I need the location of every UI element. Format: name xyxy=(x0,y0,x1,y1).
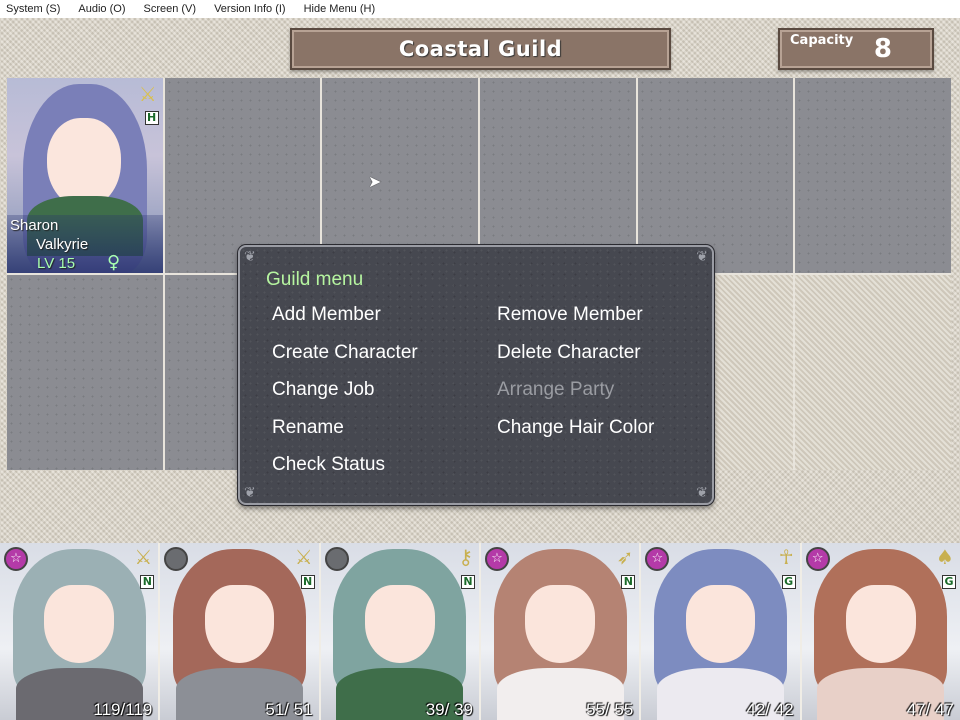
character-level: LV 15 xyxy=(37,255,76,272)
menu-item-change-job[interactable]: Change Job xyxy=(272,379,374,401)
member-hp: 119/119 xyxy=(93,700,153,719)
rank-badge: H xyxy=(144,111,159,125)
sword-icon: ⚔ xyxy=(138,82,157,106)
star-badge-icon: ☆ xyxy=(4,547,28,571)
capacity-value: 8 xyxy=(873,34,892,64)
member-hp: 42/ 42 xyxy=(746,700,794,719)
empty-badge-icon xyxy=(164,547,189,571)
roster-slot-empty[interactable] xyxy=(164,78,321,273)
mouse-cursor-icon: ➤ xyxy=(368,172,382,191)
party-member-card[interactable]: ⚔ N 51/ 51 xyxy=(160,543,319,720)
rank-badge: N xyxy=(460,575,475,589)
character-portrait xyxy=(47,118,121,208)
capacity-label: Capacity xyxy=(790,33,854,48)
party-member-card[interactable]: ☆ ♠ G 47/ 47 xyxy=(801,543,960,720)
character-name: Sharon xyxy=(10,217,59,234)
member-portrait xyxy=(44,585,114,663)
member-portrait xyxy=(204,585,275,663)
roster-slot-empty[interactable] xyxy=(795,78,951,273)
rank-badge: G xyxy=(781,575,796,589)
roster-slot-sharon[interactable]: ⚔ H Sharon Valkyrie LV 15 ♀ xyxy=(7,78,163,273)
rank-badge: N xyxy=(621,575,636,589)
member-portrait xyxy=(364,585,435,663)
menu-version-info[interactable]: Version Info (I) xyxy=(214,3,286,15)
guild-menu-dialog: ❦ ❦ ❦ ❦ Guild menu Add Member Remove Mem… xyxy=(238,245,714,505)
guild-menu-heading: Guild menu xyxy=(266,269,364,290)
member-portrait xyxy=(845,585,916,663)
menu-hide-menu[interactable]: Hide Menu (H) xyxy=(304,3,376,15)
member-portrait xyxy=(685,585,756,663)
menu-item-add-member[interactable]: Add Member xyxy=(272,304,381,326)
menu-item-change-hair-color[interactable]: Change Hair Color xyxy=(497,417,654,439)
character-class: Valkyrie xyxy=(36,236,89,253)
key-icon: ⚷ xyxy=(458,545,473,569)
hat-icon: ♠ xyxy=(936,545,954,569)
female-icon: ♀ xyxy=(107,252,121,273)
member-hp: 47/ 47 xyxy=(906,700,954,719)
roster-slot-locked xyxy=(795,275,951,470)
corner-ornament-icon: ❦ xyxy=(244,249,256,265)
menu-item-delete-character[interactable]: Delete Character xyxy=(497,342,641,364)
guild-title: Coastal Guild xyxy=(398,37,563,61)
menu-item-check-status[interactable]: Check Status xyxy=(272,454,385,476)
menu-system[interactable]: System (S) xyxy=(6,3,60,15)
corner-ornament-icon: ❦ xyxy=(696,485,708,501)
empty-badge-icon xyxy=(324,547,349,571)
menu-screen[interactable]: Screen (V) xyxy=(143,3,196,15)
sword-icon: ⚔ xyxy=(134,545,153,569)
menu-item-arrange-party: Arrange Party xyxy=(497,379,615,400)
member-portrait xyxy=(525,585,595,663)
ankh-icon: ☥ xyxy=(778,545,794,569)
party-member-card[interactable]: ☆ ➶ N 55/ 55 xyxy=(480,543,640,720)
corner-ornament-icon: ❦ xyxy=(696,249,708,265)
roster-slot-empty[interactable] xyxy=(637,78,794,273)
member-hp: 39/ 39 xyxy=(425,700,473,719)
guild-title-plaque: Coastal Guild xyxy=(290,28,671,70)
party-bar: ☆ ⚔ N 119/119 ⚔ N 51/ 51 ⚷ N 39/ 39 ☆ ➶ N 55/ 55 ☆ ☥ G 42… xyxy=(0,543,960,720)
menu-audio[interactable]: Audio (O) xyxy=(78,3,125,15)
capacity-plaque: Capacity 8 xyxy=(778,28,934,70)
top-menu-bar: System (S) Audio (O) Screen (V) Version … xyxy=(0,0,960,18)
star-badge-icon: ☆ xyxy=(805,547,830,571)
party-member-card[interactable]: ☆ ⚔ N 119/119 xyxy=(0,543,159,720)
rank-badge: N xyxy=(300,575,315,589)
member-hp: 55/ 55 xyxy=(586,700,634,719)
menu-item-remove-member[interactable]: Remove Member xyxy=(497,304,643,326)
sword-icon: ⚔ xyxy=(294,545,313,569)
member-hp: 51/ 51 xyxy=(265,700,313,719)
menu-item-create-character[interactable]: Create Character xyxy=(272,342,418,364)
star-badge-icon: ☆ xyxy=(645,547,670,571)
menu-item-rename[interactable]: Rename xyxy=(272,417,344,439)
rank-badge: N xyxy=(140,575,155,589)
roster-slot-empty[interactable] xyxy=(322,78,478,273)
rank-badge: G xyxy=(941,575,956,589)
party-member-card[interactable]: ⚷ N 39/ 39 xyxy=(320,543,479,720)
bow-icon: ➶ xyxy=(616,545,634,569)
roster-slot-empty[interactable] xyxy=(480,78,636,273)
roster-slot-empty[interactable] xyxy=(7,275,163,470)
corner-ornament-icon: ❦ xyxy=(244,485,256,501)
star-badge-icon: ☆ xyxy=(484,547,509,571)
party-member-card[interactable]: ☆ ☥ G 42/ 42 xyxy=(641,543,800,720)
